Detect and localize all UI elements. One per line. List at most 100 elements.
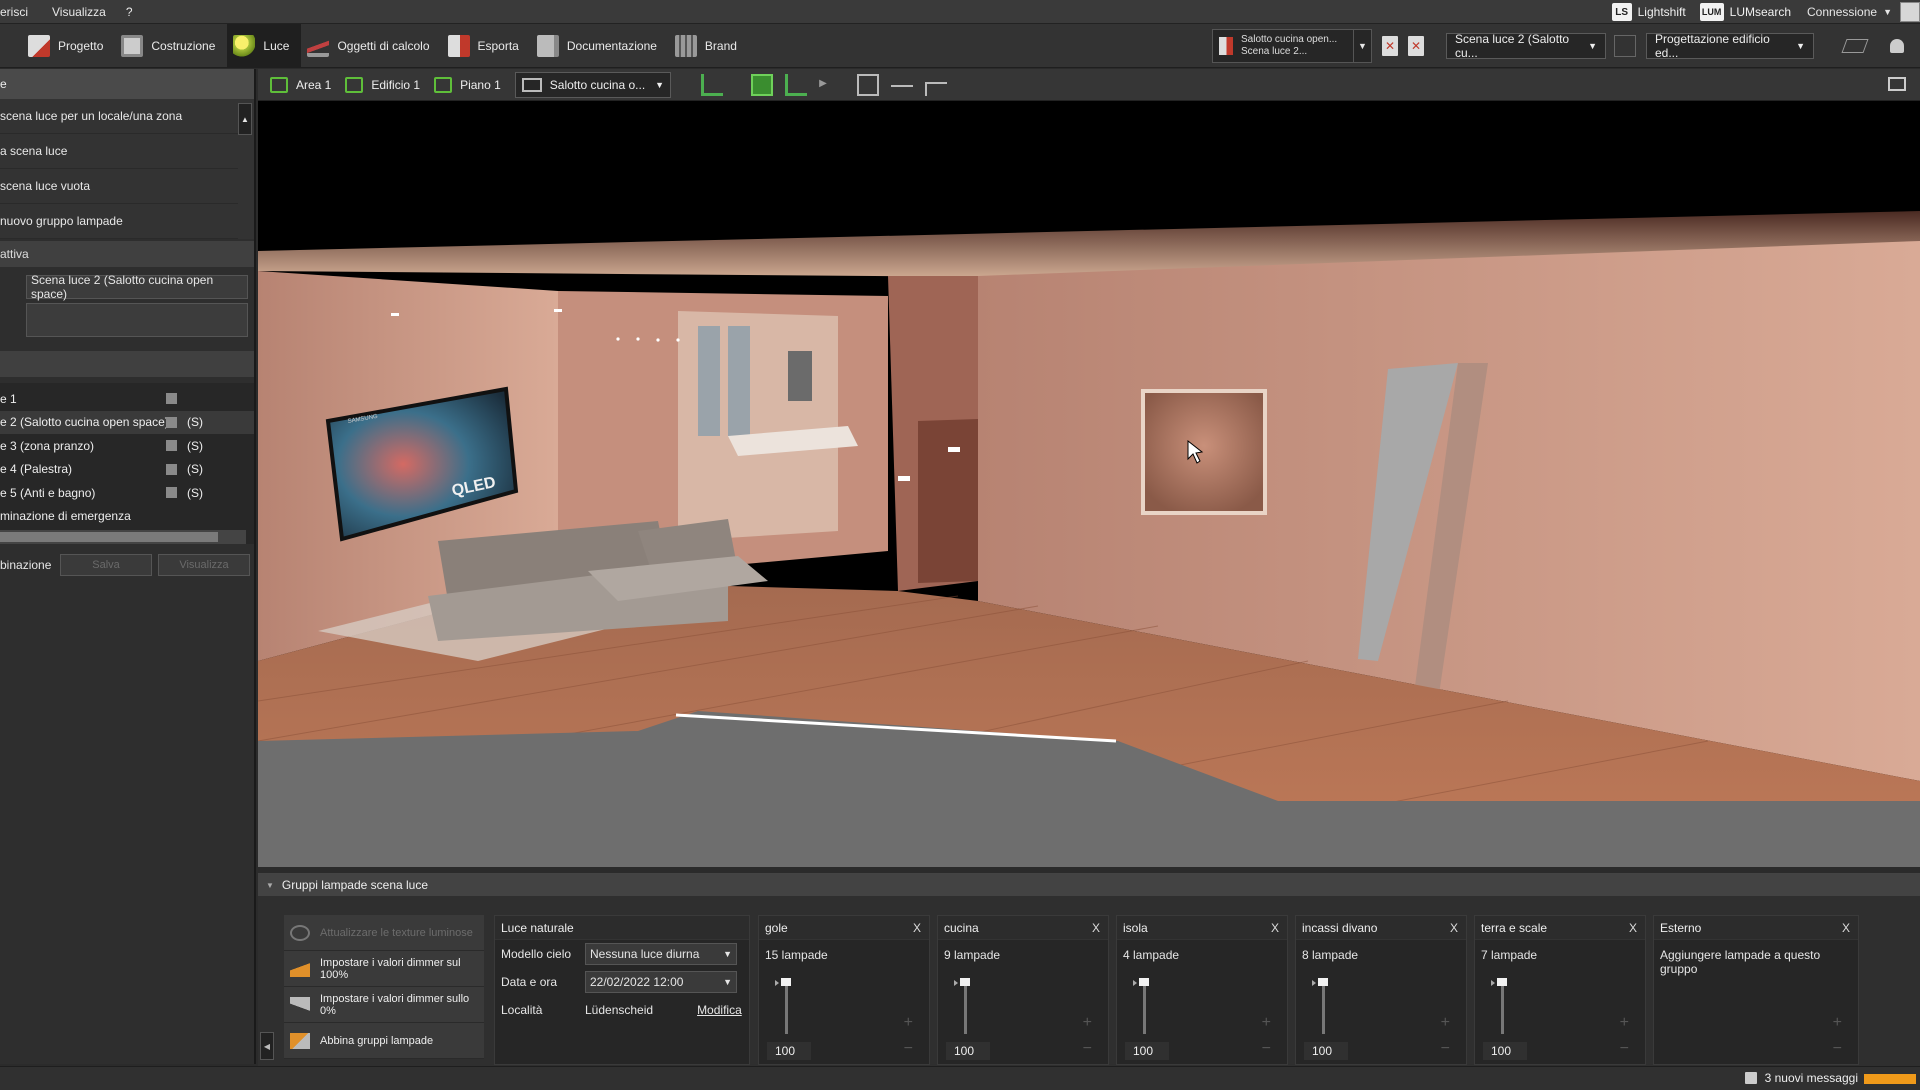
plus-icon[interactable]: + <box>1833 1014 1842 1032</box>
slider-thumb[interactable] <box>960 978 970 986</box>
minus-icon[interactable]: − <box>1620 1040 1629 1058</box>
dimmer-value[interactable]: 100 <box>946 1042 990 1060</box>
close-icon[interactable]: X <box>1271 921 1279 935</box>
plane-view-icon[interactable] <box>1841 39 1869 53</box>
scene-checkbox[interactable] <box>166 416 177 428</box>
match-groups-button[interactable]: Abbina gruppi lampade <box>284 1023 484 1059</box>
datetime-select[interactable]: 22/02/2022 12:00 ▼ <box>585 971 737 993</box>
dimmer-slider[interactable] <box>1312 978 1334 1034</box>
menu-help[interactable]: ? <box>116 5 143 19</box>
scene-checkbox[interactable] <box>166 393 177 405</box>
scene-row-4[interactable]: e 4 (Palestra) (S) <box>0 458 254 482</box>
active-scene-field[interactable]: Scena luce 2 (Salotto cucina open space) <box>26 273 248 301</box>
action-empty-scene[interactable]: scena luce vuota <box>0 169 238 204</box>
breadcrumb-area[interactable]: Area 1 <box>270 76 331 93</box>
combination-view-button[interactable]: Visualizza <box>158 554 250 576</box>
collapse-triangle-icon[interactable]: ▼ <box>266 881 274 890</box>
dimmer-value[interactable]: 100 <box>1304 1042 1348 1060</box>
dimmer-value[interactable]: 100 <box>767 1042 811 1060</box>
tab-oggetti-di-calcolo[interactable]: Oggetti di calcolo <box>301 24 441 68</box>
3d-viewport[interactable]: QLED SAMSUNG <box>258 101 1920 867</box>
play-icon[interactable]: ▶ <box>819 74 829 96</box>
scroll-up-icon[interactable]: ▲ <box>238 103 252 135</box>
dimmer-slider[interactable] <box>1133 978 1155 1034</box>
connessione-menu[interactable]: Connessione ▼ <box>1807 5 1892 19</box>
dimmer-slider[interactable] <box>775 978 797 1034</box>
close-document-icon[interactable] <box>1408 36 1424 56</box>
slider-thumb[interactable] <box>1497 978 1507 986</box>
lamp-groups-header[interactable]: ▼ Gruppi lampade scena luce <box>258 874 1920 896</box>
plus-icon[interactable]: + <box>1083 1014 1092 1032</box>
menu-visualizza[interactable]: Visualizza <box>38 5 116 19</box>
combination-save-button[interactable]: Salva <box>60 554 152 576</box>
lamp-mode-icon[interactable] <box>751 73 774 96</box>
minus-icon[interactable]: − <box>904 1040 913 1058</box>
dimmer-value[interactable]: 100 <box>1483 1042 1527 1060</box>
slider-thumb[interactable] <box>1318 978 1328 986</box>
monitor-icon[interactable] <box>1888 77 1906 91</box>
action-new-lamp-group[interactable]: nuovo gruppo lampade <box>0 204 238 239</box>
chevron-left-icon[interactable]: ◀ <box>260 1032 274 1060</box>
scene-row-emergency[interactable]: minazione di emergenza <box>0 505 254 529</box>
scene-checkbox[interactable] <box>166 487 177 499</box>
dimmer-0-button[interactable]: Impostare i valori dimmer sullo 0% <box>284 987 484 1023</box>
lumsearch-button[interactable]: LUM LUMsearch <box>1699 3 1791 21</box>
minus-icon[interactable]: − <box>1083 1040 1092 1058</box>
horizontal-scrollbar[interactable] <box>0 530 246 544</box>
dimmer-slider[interactable] <box>1491 978 1513 1034</box>
minus-icon[interactable]: − <box>1833 1040 1842 1058</box>
lightshift-button[interactable]: LS Lightshift <box>1611 3 1686 21</box>
refresh-textures-button[interactable]: Attualizzare le texture luminose <box>284 915 484 951</box>
measure-icon[interactable] <box>891 84 914 93</box>
dimmer-100-button[interactable]: Impostare i valori dimmer sul 100% <box>284 951 484 987</box>
active-scene-description[interactable] <box>26 303 248 337</box>
scene-row-1[interactable]: e 1 <box>0 387 254 411</box>
avatar[interactable] <box>1900 2 1920 22</box>
sky-model-select[interactable]: Nessuna luce diurna ▼ <box>585 943 737 965</box>
dimmer-slider[interactable] <box>954 978 976 1034</box>
action-new-scene-room[interactable]: scena luce per un locale/una zona <box>0 99 238 134</box>
scene-row-5[interactable]: e 5 (Anti e bagno) (S) <box>0 481 254 505</box>
fit-view-icon[interactable] <box>857 73 880 96</box>
tab-documentazione[interactable]: Documentazione <box>531 24 669 68</box>
tab-progetto[interactable]: Progetto <box>22 24 115 68</box>
scene-options-icon[interactable] <box>1614 35 1636 57</box>
bell-icon[interactable] <box>1890 39 1904 53</box>
height-icon[interactable] <box>925 81 948 96</box>
plus-icon[interactable]: + <box>1441 1014 1450 1032</box>
scene-row-2[interactable]: e 2 (Salotto cucina open space) (S) <box>0 410 254 434</box>
slider-thumb[interactable] <box>781 978 791 986</box>
breadcrumb-building[interactable]: Edificio 1 <box>345 76 420 93</box>
close-icon[interactable]: X <box>1842 921 1850 935</box>
design-mode-select[interactable]: Progettazione edificio ed... ▼ <box>1646 32 1814 60</box>
room-select[interactable]: Salotto cucina o... ▼ <box>514 71 672 98</box>
slider-thumb[interactable] <box>1139 978 1149 986</box>
messages-indicator[interactable]: 3 nuovi messaggi <box>1744 1071 1858 1085</box>
menu-inserisci[interactable]: erisci <box>0 5 38 19</box>
plus-icon[interactable]: + <box>904 1014 913 1032</box>
add-lamp-icon[interactable] <box>701 73 724 96</box>
plus-icon[interactable]: + <box>1262 1014 1271 1032</box>
scene-checkbox[interactable] <box>166 463 177 475</box>
plus-icon[interactable]: + <box>1620 1014 1629 1032</box>
delete-document-icon[interactable] <box>1382 36 1398 56</box>
tab-brand[interactable]: Brand <box>669 24 749 68</box>
action-copy-scene[interactable]: a scena luce <box>0 134 238 169</box>
minus-icon[interactable]: − <box>1441 1040 1450 1058</box>
breadcrumb-floor[interactable]: Piano 1 <box>434 76 501 93</box>
place-lamp-icon[interactable] <box>785 73 808 96</box>
edit-location-link[interactable]: Modifica <box>697 1003 742 1017</box>
tab-esporta[interactable]: Esporta <box>442 24 531 68</box>
tab-luce[interactable]: Luce <box>227 23 302 68</box>
close-icon[interactable]: X <box>1450 921 1458 935</box>
close-icon[interactable]: X <box>913 921 921 935</box>
close-icon[interactable]: X <box>1629 921 1637 935</box>
minus-icon[interactable]: − <box>1262 1040 1271 1058</box>
scene-document-select[interactable]: Salotto cucina open... Scena luce 2... ▼ <box>1212 29 1372 63</box>
notification-bar[interactable] <box>1864 1074 1916 1084</box>
scene-checkbox[interactable] <box>166 440 177 452</box>
scene-row-3[interactable]: e 3 (zona pranzo) (S) <box>0 434 254 458</box>
chevron-down-icon[interactable]: ▼ <box>1353 30 1371 62</box>
close-icon[interactable]: X <box>1092 921 1100 935</box>
tab-costruzione[interactable]: Costruzione <box>115 24 227 68</box>
